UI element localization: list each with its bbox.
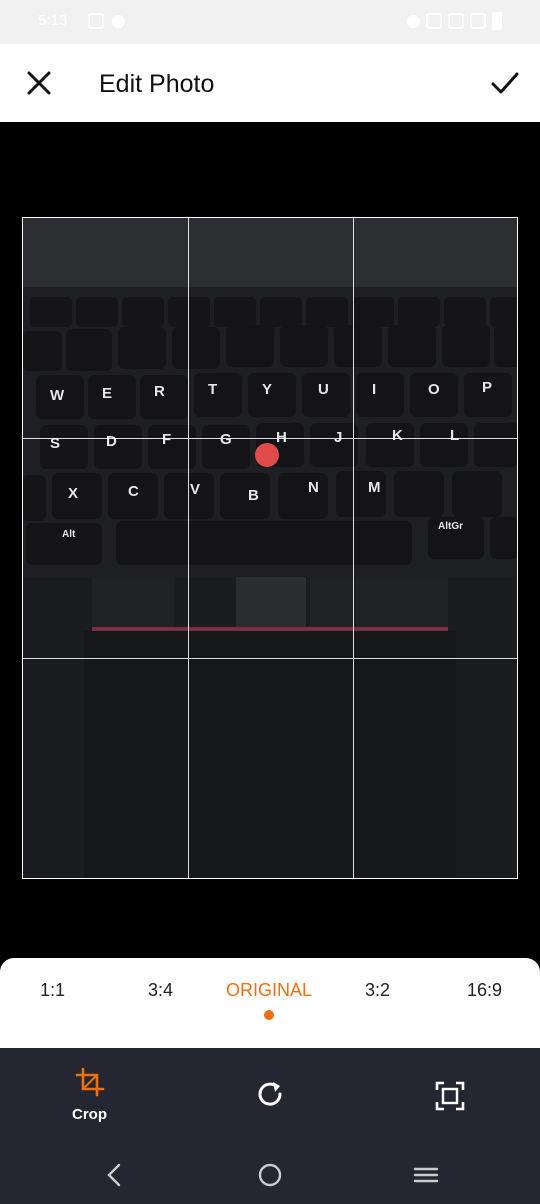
status-bar: 5:13: [0, 0, 540, 44]
crop-icon: [75, 1067, 104, 1097]
home-icon: [258, 1163, 282, 1187]
ratio-original[interactable]: ORIGINAL: [226, 980, 312, 1001]
crop-frame[interactable]: [22, 217, 518, 879]
ratio-3-2[interactable]: 3:2: [365, 980, 390, 1001]
status-time: 5:13: [38, 12, 68, 29]
ratio-16-9[interactable]: 16:9: [467, 980, 502, 1001]
confirm-button[interactable]: [488, 66, 522, 100]
crop-grid-line: [23, 658, 517, 659]
crop-tool-label: Crop: [72, 1106, 107, 1123]
app-bar: Edit Photo: [0, 44, 540, 122]
back-nav-button[interactable]: [100, 1160, 130, 1190]
page-title: Edit Photo: [99, 70, 215, 98]
edit-toolbar: Crop: [0, 1048, 540, 1146]
system-nav-bar: [0, 1146, 540, 1204]
status-icons-left: [88, 13, 125, 29]
selected-indicator-dot: [264, 1010, 274, 1020]
aspect-ratio-selector: 1:1 3:4 ORIGINAL 3:2 16:9: [0, 958, 540, 1048]
status-icons-right: [407, 12, 502, 30]
crop-grid-line: [188, 218, 189, 878]
rotate-icon: [258, 1082, 282, 1106]
battery-icon: [492, 12, 502, 30]
fit-frame-button[interactable]: [434, 1080, 466, 1112]
notification-icon: [88, 13, 104, 29]
ratio-1-1[interactable]: 1:1: [40, 980, 65, 1001]
notification-dot-icon: [112, 14, 125, 28]
signal-icon: [470, 13, 486, 29]
vibrate-icon: [426, 13, 442, 29]
close-button[interactable]: [22, 66, 56, 100]
photo-canvas: W E R T Y U I O P S D F G H J K L X C V …: [0, 122, 540, 958]
alarm-icon: [407, 14, 420, 28]
crop-tool-button[interactable]: Crop: [72, 1066, 107, 1123]
ratio-3-4[interactable]: 3:4: [148, 980, 173, 1001]
rotate-button[interactable]: [254, 1078, 286, 1110]
fit-frame-icon: [435, 1081, 465, 1111]
check-icon: [491, 72, 519, 94]
recents-icon: [413, 1167, 439, 1183]
recents-nav-button[interactable]: [411, 1160, 441, 1190]
back-icon: [107, 1163, 121, 1187]
close-icon: [27, 71, 51, 95]
crop-grid-line: [23, 438, 517, 439]
wifi-icon: [448, 13, 464, 29]
crop-grid-line: [353, 218, 354, 878]
home-nav-button[interactable]: [255, 1160, 285, 1190]
